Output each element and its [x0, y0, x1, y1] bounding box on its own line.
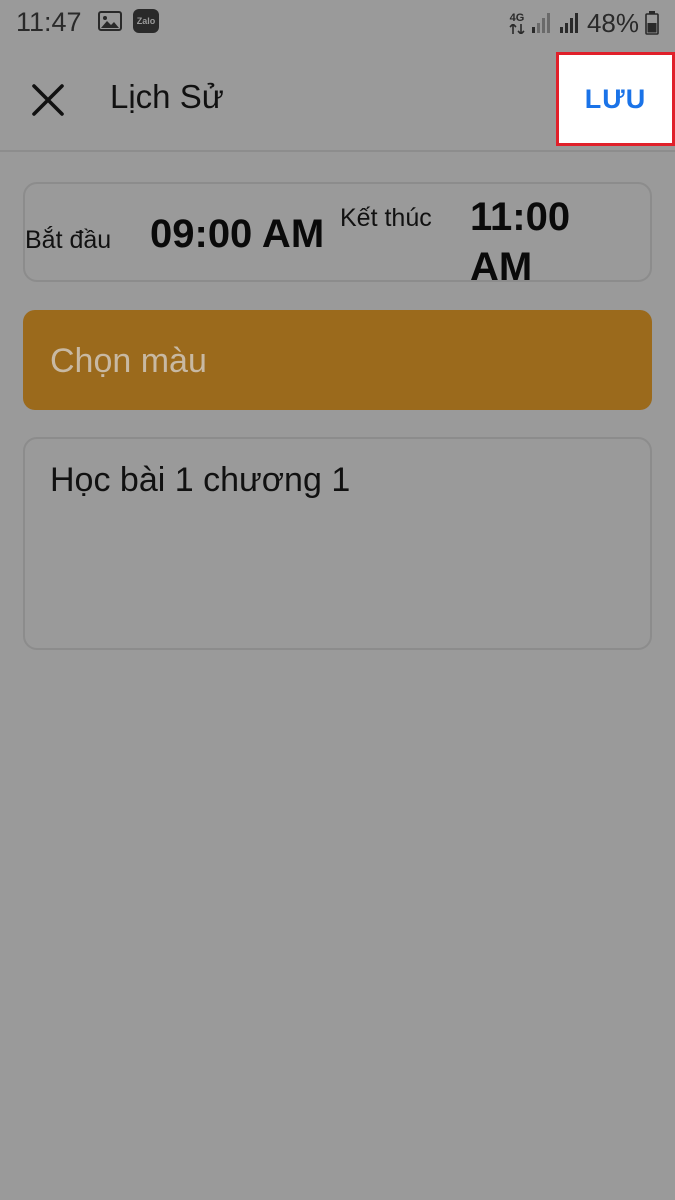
start-time-value[interactable]: 09:00 AM	[150, 212, 324, 257]
network-type: 4G	[509, 11, 525, 24]
close-icon	[32, 84, 64, 116]
image-icon	[98, 11, 122, 31]
color-picker-button[interactable]: Chọn màu	[23, 310, 652, 410]
data-arrows-icon	[509, 23, 525, 34]
note-text: Học bài 1 chương 1	[50, 461, 351, 499]
signal-icon-2	[559, 13, 578, 33]
status-time: 11:47	[16, 7, 82, 37]
battery-percent: 48%	[586, 7, 639, 38]
network-indicator: 4G	[509, 11, 525, 34]
time-range-card: Bắt đầu 09:00 AM Kết thúc 11:00 AM	[23, 182, 652, 289]
start-time-label: Bắt đầu	[25, 226, 112, 254]
close-button[interactable]	[26, 78, 70, 122]
signal-icon	[531, 13, 550, 33]
note-input[interactable]: Học bài 1 chương 1	[23, 437, 652, 650]
status-right: 4G 48%	[509, 7, 659, 39]
end-time-value[interactable]: 11:00 AM	[470, 192, 640, 292]
status-bar: 11:47 Zalo 4G 48%	[0, 0, 675, 46]
zalo-label: Zalo	[136, 16, 156, 26]
zalo-icon: Zalo	[133, 9, 159, 33]
save-button[interactable]: LƯU	[556, 52, 675, 146]
color-picker-label: Chọn màu	[50, 342, 207, 380]
battery-icon	[645, 11, 659, 35]
end-time-label: Kết thúc	[340, 204, 432, 232]
page-title: Lịch Sử	[110, 78, 224, 115]
toolbar: Lịch Sử LƯU	[0, 46, 675, 152]
